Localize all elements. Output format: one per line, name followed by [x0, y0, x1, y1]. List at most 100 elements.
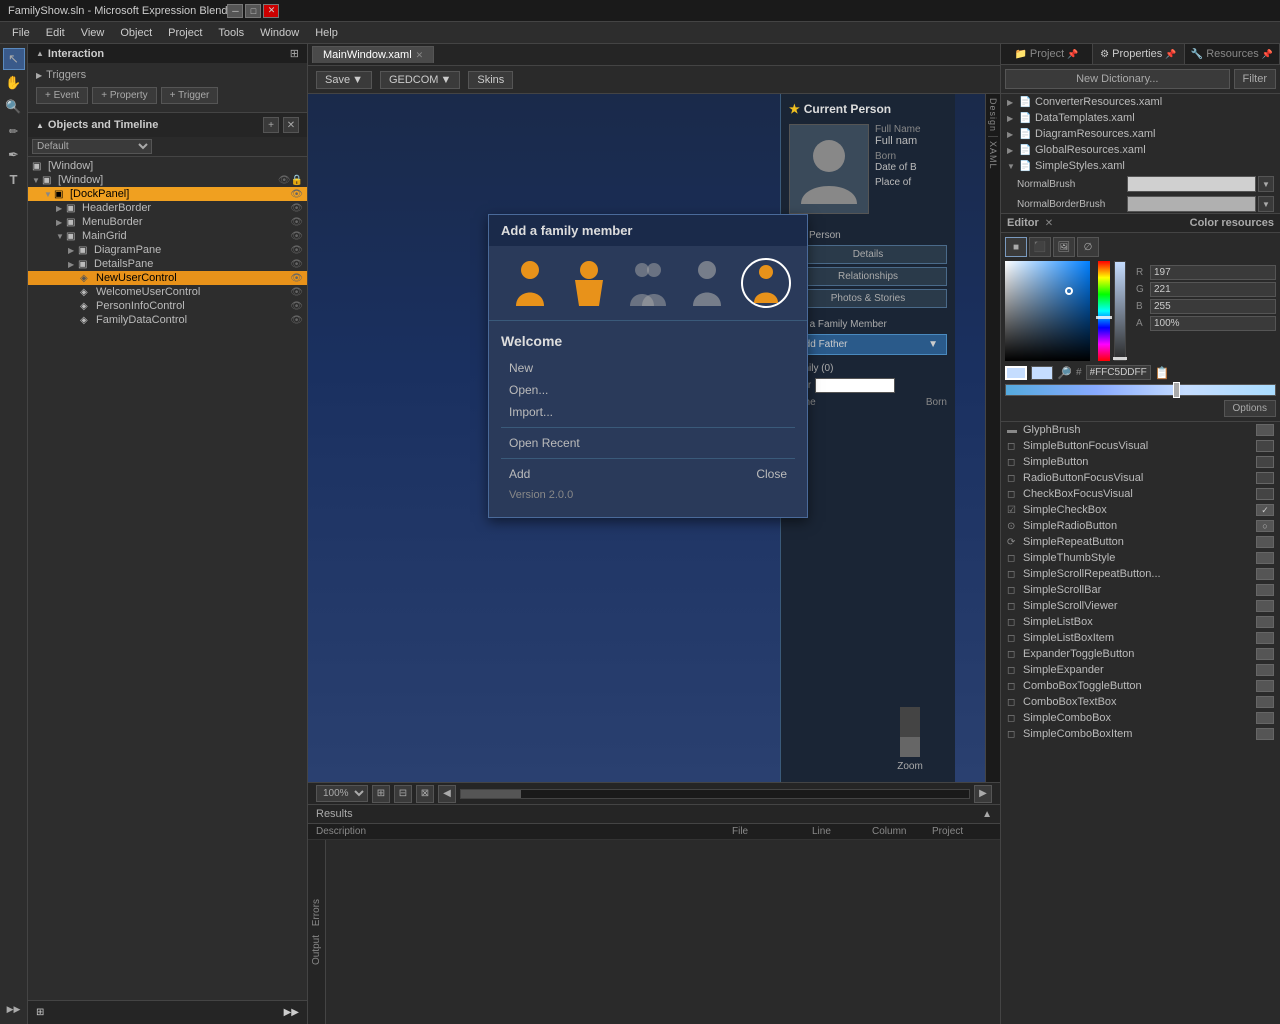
- errors-tab[interactable]: Errors: [311, 899, 322, 926]
- hex-input[interactable]: [1086, 365, 1151, 380]
- properties-tab-pin[interactable]: 📌: [1165, 49, 1176, 60]
- pen-tool[interactable]: ✒: [3, 144, 25, 166]
- resource-globalresources[interactable]: ▶ 📄 GlobalResources.xaml: [1001, 142, 1280, 158]
- selected-person-circle-icon[interactable]: [741, 258, 791, 308]
- zoom-fit-icon[interactable]: ⊞: [372, 785, 390, 803]
- minimize-button[interactable]: ─: [227, 4, 243, 18]
- output-tab[interactable]: Output: [311, 935, 322, 965]
- resource-datatemplates[interactable]: ▶ 📄 DataTemplates.xaml: [1001, 110, 1280, 126]
- menu-close[interactable]: Close: [748, 463, 795, 485]
- simplescrollrepeatbutton-item[interactable]: ◻ SimpleScrollRepeatButton...: [1001, 566, 1280, 582]
- family-filter-input[interactable]: [815, 378, 895, 393]
- expand-all-icon[interactable]: ▶▶: [284, 1007, 299, 1018]
- timeline-dropdown[interactable]: Default: [32, 139, 152, 154]
- expand-tool[interactable]: ▶▶: [3, 998, 25, 1020]
- photos-stories-button[interactable]: Photos & Stories: [789, 289, 947, 308]
- simplecombobox-item[interactable]: ◻ SimpleComboBox: [1001, 710, 1280, 726]
- tree-item-headerborder[interactable]: ▶ ▣ HeaderBorder 👁: [28, 201, 307, 215]
- tree-eye-welcomeusercontrol[interactable]: 👁: [290, 287, 303, 298]
- menu-add[interactable]: Add: [501, 463, 538, 485]
- simplescrollviewer-item[interactable]: ◻ SimpleScrollViewer: [1001, 598, 1280, 614]
- tree-item-newusercontrol[interactable]: ◈ NewUserControl 👁: [28, 271, 307, 285]
- simplethumbstyle-item[interactable]: ◻ SimpleThumbStyle: [1001, 550, 1280, 566]
- group-persons-icon[interactable]: [623, 258, 673, 308]
- zoom-slider-thumb[interactable]: [900, 737, 920, 757]
- eyedropper-tool[interactable]: ✏: [3, 120, 25, 142]
- filter-button[interactable]: Filter: [1234, 69, 1276, 89]
- female-person-icon[interactable]: [564, 258, 614, 308]
- resource-converterresources[interactable]: ▶ 📄 ConverterResources.xaml: [1001, 94, 1280, 110]
- resources-tab-pin[interactable]: 📌: [1262, 49, 1273, 60]
- color-swatch-1[interactable]: [1005, 366, 1027, 380]
- add-property-button[interactable]: + Property: [92, 87, 156, 104]
- normalbrush-dropdown[interactable]: ▼: [1258, 176, 1274, 192]
- interaction-expand-icon[interactable]: ⊞: [290, 47, 299, 60]
- menu-file[interactable]: File: [4, 25, 38, 41]
- tab-close-icon[interactable]: ✕: [416, 50, 424, 61]
- tab-project[interactable]: 📁 Project 📌: [1001, 44, 1093, 64]
- new-layer-button[interactable]: +: [263, 117, 279, 133]
- interaction-collapse-arrow[interactable]: ▲: [36, 49, 44, 58]
- type-tool[interactable]: T: [3, 168, 25, 190]
- glyphbrush-item[interactable]: ▬ GlyphBrush: [1001, 422, 1280, 438]
- b-input[interactable]: [1150, 299, 1276, 314]
- left-scroll-button[interactable]: ◀: [438, 785, 456, 803]
- menu-window[interactable]: Window: [252, 25, 307, 41]
- tree-eye-familydatacontrol[interactable]: 👁: [290, 315, 303, 326]
- horizontal-scrollbar[interactable]: [460, 789, 970, 799]
- simplecomboboxitem-item[interactable]: ◻ SimpleComboBoxItem: [1001, 726, 1280, 742]
- zoom-select[interactable]: 100%: [316, 785, 368, 802]
- menu-tools[interactable]: Tools: [210, 25, 252, 41]
- normalborderbrush-dropdown[interactable]: ▼: [1258, 196, 1274, 212]
- menu-open[interactable]: Open...: [501, 379, 795, 401]
- editor-close-icon[interactable]: ✕: [1045, 218, 1053, 229]
- tree-eye-diagrampane[interactable]: 👁: [290, 245, 303, 256]
- radiobuttonfocusvisual-item[interactable]: ◻ RadioButtonFocusVisual: [1001, 470, 1280, 486]
- skins-button[interactable]: Skins: [468, 71, 513, 89]
- delete-layer-button[interactable]: ✕: [283, 117, 299, 133]
- triggers-arrow[interactable]: ▶: [36, 71, 42, 80]
- tree-item-menuborder[interactable]: ▶ ▣ MenuBorder 👁: [28, 215, 307, 229]
- single-person-gray-icon[interactable]: [682, 258, 732, 308]
- tree-item-maingrid[interactable]: ▼ ▣ MainGrid 👁: [28, 229, 307, 243]
- tree-eye-headerborder[interactable]: 👁: [290, 203, 303, 214]
- expandertogglebutton-item[interactable]: ◻ ExpanderToggleButton: [1001, 646, 1280, 662]
- maximize-button[interactable]: □: [245, 4, 261, 18]
- select-tool[interactable]: ↖: [3, 48, 25, 70]
- project-tab-pin[interactable]: 📌: [1067, 49, 1078, 60]
- tree-eye-personinfocontrol[interactable]: 👁: [290, 301, 303, 312]
- tab-resources[interactable]: 🔧 Resources 📌: [1185, 44, 1280, 64]
- menu-view[interactable]: View: [73, 25, 113, 41]
- checkboxfocusvisual-item[interactable]: ◻ CheckBoxFocusVisual: [1001, 486, 1280, 502]
- tree-item-detailspane[interactable]: ▶ ▣ DetailsPane 👁: [28, 257, 307, 271]
- close-button[interactable]: ✕: [263, 4, 279, 18]
- xaml-tab-vertical[interactable]: XAML: [988, 141, 998, 170]
- simplebuttonfocusvisual-item[interactable]: ◻ SimpleButtonFocusVisual: [1001, 438, 1280, 454]
- snap-icon[interactable]: ⊠: [416, 785, 434, 803]
- tree-item-window-root[interactable]: ▣ [Window]: [28, 159, 307, 173]
- simplescrollbar-item[interactable]: ◻ SimpleScrollBar: [1001, 582, 1280, 598]
- toggle-panel-icon[interactable]: ⊞: [36, 1007, 44, 1018]
- gradient-handle[interactable]: [1173, 382, 1180, 398]
- right-scroll-button[interactable]: ▶: [974, 785, 992, 803]
- resource-simplestyles[interactable]: ▼ 📄 SimpleStyles.xaml: [1001, 158, 1280, 174]
- alpha-slider[interactable]: [1114, 261, 1126, 361]
- add-event-button[interactable]: + Event: [36, 87, 88, 104]
- simplerepeatbutton-item[interactable]: ⟳ SimpleRepeatButton: [1001, 534, 1280, 550]
- horizontal-scroll-thumb[interactable]: [461, 790, 521, 798]
- simplebutton-item[interactable]: ◻ SimpleButton: [1001, 454, 1280, 470]
- simpleexpander-item[interactable]: ◻ SimpleExpander: [1001, 662, 1280, 678]
- pan-tool[interactable]: ✋: [3, 72, 25, 94]
- r-input[interactable]: [1150, 265, 1276, 280]
- tree-lock-window[interactable]: 🔒: [291, 175, 303, 186]
- color-swatch-2[interactable]: [1031, 366, 1053, 380]
- details-button[interactable]: Details: [789, 245, 947, 264]
- eyedropper-icon[interactable]: 🔎: [1057, 366, 1072, 380]
- menu-open-recent[interactable]: Open Recent: [501, 432, 795, 454]
- save-button[interactable]: Save ▼: [316, 71, 372, 89]
- simpleradiobutton-item[interactable]: ⊙ SimpleRadioButton ○: [1001, 518, 1280, 534]
- gradient-brush-button[interactable]: ⬛: [1029, 237, 1051, 257]
- hue-slider[interactable]: [1098, 261, 1110, 361]
- male-person-icon[interactable]: [505, 258, 555, 308]
- objects-collapse-arrow[interactable]: ▲: [36, 121, 44, 130]
